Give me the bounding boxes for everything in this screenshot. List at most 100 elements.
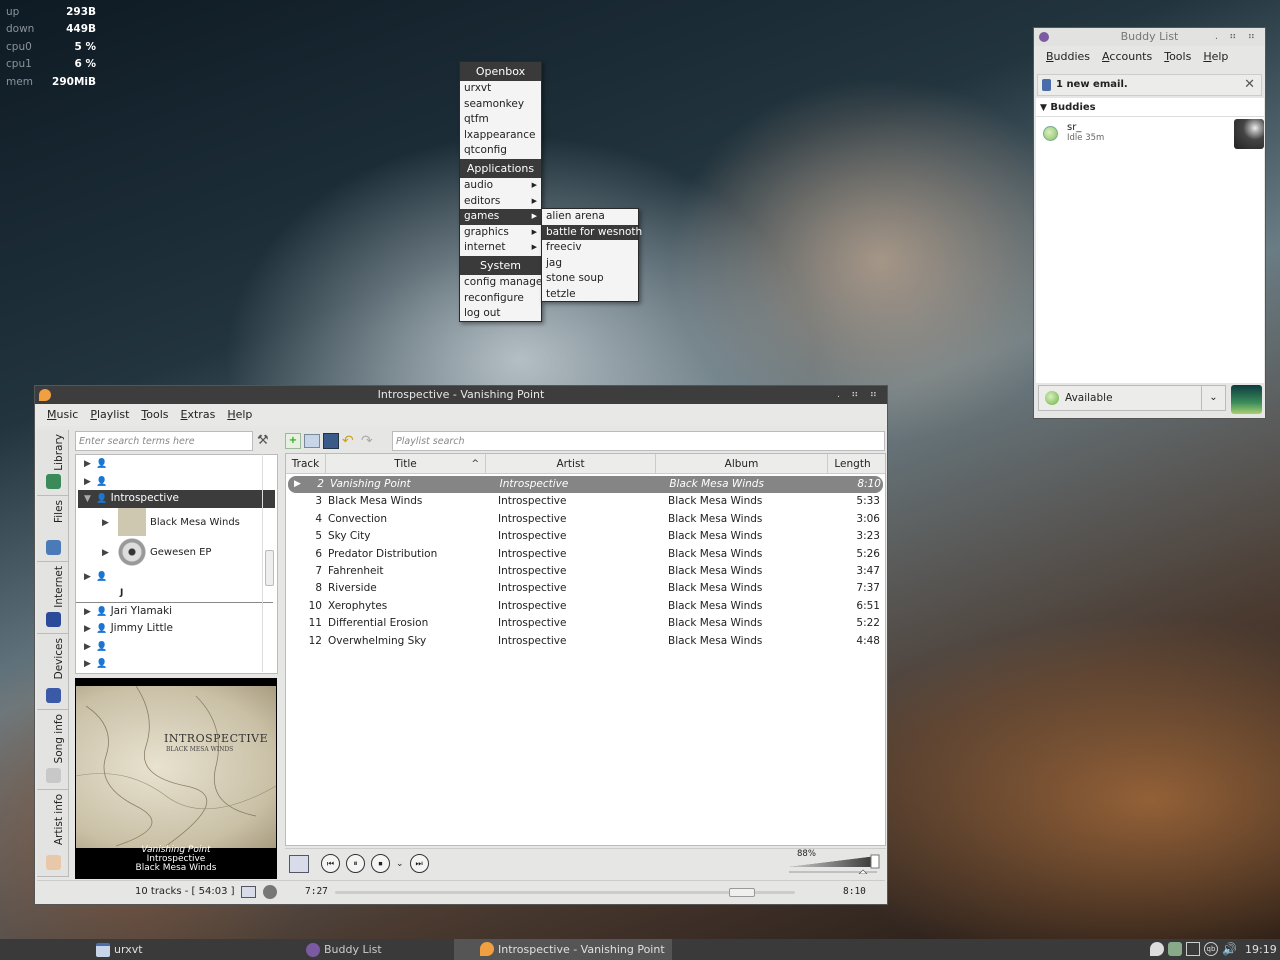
menu-item-reconfigure[interactable]: reconfigure: [460, 291, 541, 307]
save-icon[interactable]: [323, 433, 339, 449]
grid-icon[interactable]: [1186, 942, 1200, 956]
wrench-icon[interactable]: ⚒: [257, 433, 273, 449]
account-icon[interactable]: [1231, 385, 1262, 414]
table-row[interactable]: 8 Riverside Introspective Black Mesa Winds 7…: [286, 580, 885, 597]
tab-files[interactable]: Files: [37, 496, 68, 562]
task-buddy-list[interactable]: Buddy List: [306, 939, 382, 960]
task-amarok[interactable]: Introspective - Vanishing Point: [454, 939, 672, 960]
volume-slider[interactable]: [787, 852, 881, 874]
artist-name: Jimmy Little: [110, 622, 173, 634]
amarok-titlebar[interactable]: Introspective - Vanishing Point . ⠶ ⠶: [35, 386, 887, 404]
menu-item-stone-soup[interactable]: stone soup: [542, 271, 638, 287]
tree-artist[interactable]: ▶ 👤: [76, 455, 277, 473]
menu-item-freeciv[interactable]: freeciv: [542, 240, 638, 256]
progress-bar[interactable]: [335, 888, 795, 897]
tree-album[interactable]: ▶ Gewesen EP: [76, 537, 277, 568]
column-track[interactable]: Track: [286, 454, 326, 473]
window-buttons[interactable]: . ⠶ ⠶: [837, 386, 881, 404]
menu-item-urxvt[interactable]: urxvt: [460, 81, 541, 97]
tree-artist[interactable]: ▶ 👤: [76, 655, 277, 673]
window-buttons[interactable]: . ⠶ ⠶: [1215, 28, 1259, 46]
menu-buddies[interactable]: Buddies: [1040, 46, 1096, 68]
menu-item-log-out[interactable]: log out: [460, 306, 541, 322]
menu-item-seamonkey[interactable]: seamonkey: [460, 97, 541, 113]
add-icon[interactable]: +: [285, 433, 301, 449]
menu-item-editors[interactable]: editors ▶: [460, 194, 541, 210]
menu-item-lxappearance[interactable]: lxappearance: [460, 128, 541, 144]
table-row[interactable]: 5 Sky City Introspective Black Mesa Winds 3:…: [286, 528, 885, 545]
undo-icon[interactable]: ↶: [342, 433, 358, 449]
menu-item-internet[interactable]: internet ▶: [460, 240, 541, 256]
playlist-icon[interactable]: [289, 854, 309, 873]
tab-artist-info[interactable]: Artist info: [37, 790, 68, 877]
group-buddies[interactable]: ▼ Buddies: [1036, 98, 1264, 117]
tab-devices[interactable]: Devices: [37, 634, 68, 710]
menu-item-tetzle[interactable]: tetzle: [542, 287, 638, 303]
status-selector[interactable]: Available ⌄: [1038, 385, 1226, 411]
menu-help[interactable]: Help: [221, 404, 258, 426]
stop-button[interactable]: ⏹: [371, 854, 390, 873]
menu-extras[interactable]: Extras: [175, 404, 222, 426]
table-row[interactable]: 12 Overwhelming Sky Introspective Black Mes…: [286, 633, 885, 650]
menu-tools[interactable]: Tools: [135, 404, 174, 426]
tab-library[interactable]: Library: [37, 430, 68, 496]
playlist-search-input[interactable]: Playlist search: [392, 431, 885, 451]
tree-artist[interactable]: ▶ 👤: [76, 638, 277, 656]
print-icon[interactable]: [304, 434, 320, 448]
amarok-tray-icon[interactable]: [1150, 942, 1164, 956]
pidgin-tray-icon[interactable]: [1168, 942, 1182, 956]
playlist-icon[interactable]: [241, 886, 256, 898]
column-length[interactable]: Length: [828, 454, 877, 473]
tab-song-info[interactable]: Song info: [37, 710, 68, 790]
tree-album[interactable]: ▶ Black Mesa Winds: [76, 507, 277, 538]
menu-accounts[interactable]: Accounts: [1096, 46, 1158, 68]
column-artist[interactable]: Artist: [486, 454, 656, 473]
tree-artist-selected[interactable]: ▼ 👤 Introspective: [78, 490, 275, 508]
tree-artist[interactable]: ▶ 👤 Jimmy Little: [76, 620, 277, 638]
menu-item-config-manager[interactable]: config manager: [460, 275, 547, 291]
tree-artist[interactable]: ▶ 👤: [76, 473, 277, 491]
menu-item-qtconfig[interactable]: qtconfig: [460, 143, 541, 159]
menu-item-jag[interactable]: jag: [542, 256, 638, 272]
table-row[interactable]: 4 Convection Introspective Black Mesa Winds…: [286, 511, 885, 528]
menu-music[interactable]: Music: [41, 404, 84, 426]
volume-icon[interactable]: 🔊: [1222, 942, 1237, 956]
next-button[interactable]: ⏭: [409, 854, 429, 873]
tree-artist[interactable]: ▶ 👤: [76, 568, 277, 586]
menu-item-audio[interactable]: audio ▶: [460, 178, 541, 194]
menu-tools[interactable]: Tools: [1158, 46, 1197, 68]
menu-item-qtfm[interactable]: qtfm: [460, 112, 541, 128]
table-row[interactable]: 6 Predator Distribution Introspective Black…: [286, 546, 885, 563]
volume-control[interactable]: 88%: [783, 848, 885, 878]
column-album[interactable]: Album: [656, 454, 828, 473]
network-icon[interactable]: [263, 885, 277, 899]
pause-button[interactable]: ⏸: [346, 854, 365, 873]
menu-help[interactable]: Help: [1197, 46, 1234, 68]
tree-artist[interactable]: ▶ 👤 Jari Ylamaki: [76, 603, 277, 621]
buddy-entry[interactable]: sr_ Idle 35m: [1036, 117, 1264, 151]
tree-scrollbar[interactable]: [262, 454, 276, 672]
menu-item-graphics[interactable]: graphics ▶: [460, 225, 541, 241]
buddy-titlebar[interactable]: Buddy List . ⠶ ⠶: [1034, 28, 1265, 46]
table-row[interactable]: 3 Black Mesa Winds Introspective Black Mesa…: [286, 493, 885, 510]
table-row[interactable]: ▶ 2 Vanishing Point Introspective Black Mesa…: [288, 476, 883, 494]
email-notice[interactable]: 1 new email. ✕: [1037, 74, 1262, 96]
menu-playlist[interactable]: Playlist: [84, 404, 135, 426]
progress-handle[interactable]: [728, 888, 755, 897]
menu-item-alien-arena[interactable]: alien arena: [542, 209, 638, 225]
table-row[interactable]: 10 Xerophytes Introspective Black Mesa Wind…: [286, 598, 885, 615]
tab-internet[interactable]: Internet: [37, 562, 68, 634]
collection-search-input[interactable]: Enter search terms here: [75, 431, 253, 451]
previous-button[interactable]: ⏮: [321, 854, 340, 873]
cell-album: Black Mesa Winds: [668, 582, 763, 595]
close-icon[interactable]: ✕: [1244, 75, 1255, 95]
menu-item-games[interactable]: games ▶: [460, 209, 541, 225]
chevron-down-icon[interactable]: ⌄: [396, 859, 404, 869]
table-row[interactable]: 11 Differential Erosion Introspective Black…: [286, 615, 885, 632]
redo-icon[interactable]: ↷: [361, 433, 377, 449]
task-urxvt[interactable]: urxvt: [96, 939, 143, 960]
qbittorrent-icon[interactable]: qb: [1204, 942, 1218, 956]
table-row[interactable]: 7 Fahrenheit Introspective Black Mesa Winds…: [286, 563, 885, 580]
column-title[interactable]: Title ^: [326, 454, 486, 473]
menu-item-battle-for-wesnoth[interactable]: battle for wesnoth: [542, 224, 642, 241]
